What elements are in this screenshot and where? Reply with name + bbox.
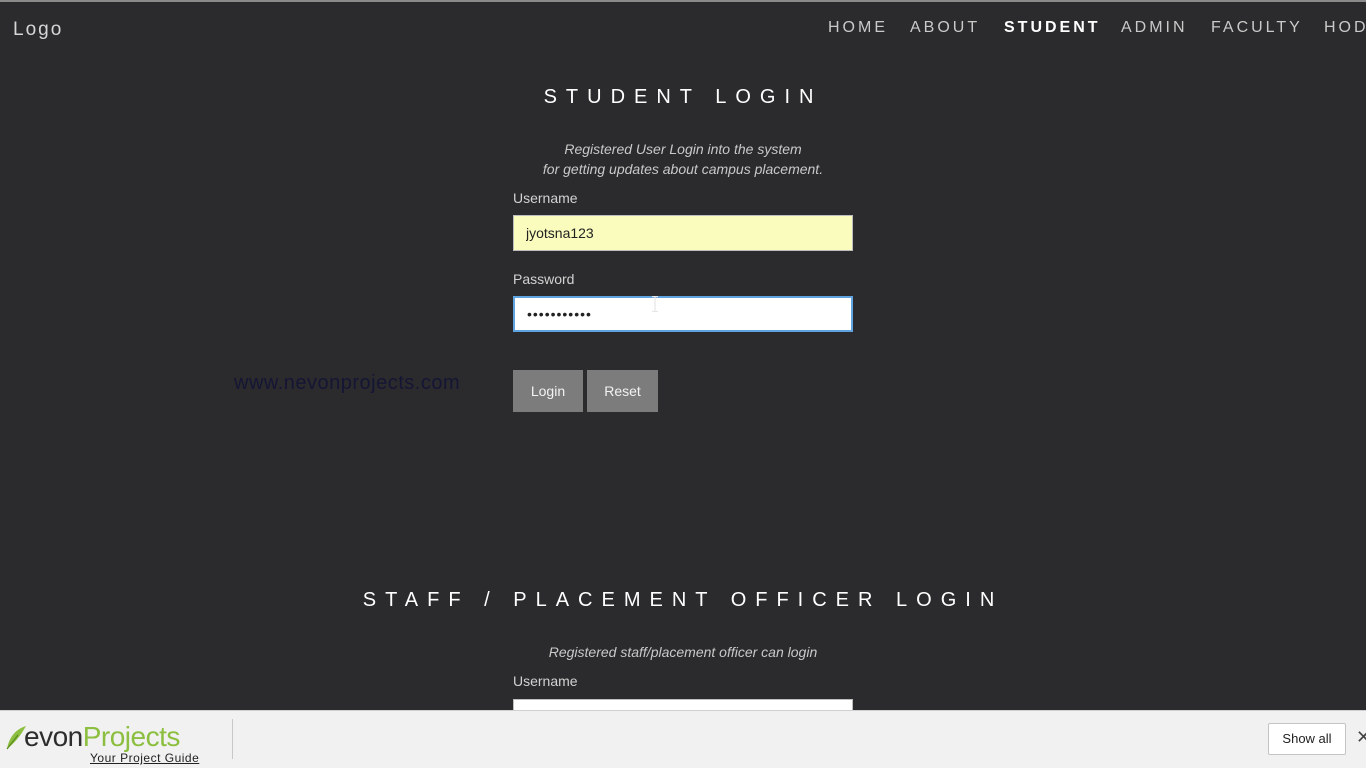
brand-accent: Projects [82,721,181,752]
nav-about[interactable]: ABOUT [910,19,980,37]
password-label: Password [513,271,575,287]
nevon-projects-brand: evonProjects Your Project Guide [4,715,229,765]
nav-admin[interactable]: ADMIN [1121,19,1188,37]
staff-login-subtitle: Registered staff/placement officer can l… [548,644,818,660]
logo[interactable]: Logo [13,19,63,41]
nav-hod[interactable]: HOD [1324,19,1366,37]
nav-home[interactable]: HOME [828,19,888,37]
staff-username-label: Username [513,673,578,689]
top-navbar: Logo HOME ABOUT STUDENT ADMIN FACULTY HO… [0,0,1366,56]
student-login-subtitle-line2: for getting updates about campus placeme… [542,161,824,177]
student-login-title: STUDENT LOGIN [543,86,823,108]
username-label: Username [513,190,578,206]
brand-prefix: evon [24,721,83,752]
staff-login-title: STAFF / PLACEMENT OFFICER LOGIN [362,589,1004,611]
close-icon[interactable]: ✕ [1356,727,1366,748]
nav-student[interactable]: STUDENT [1004,19,1101,37]
download-separator [232,719,233,759]
username-input[interactable] [513,215,853,251]
brand-tagline: Your Project Guide [90,751,200,765]
student-login-subtitle-line1: Registered User Login into the system [564,141,802,157]
page: Logo HOME ABOUT STUDENT ADMIN FACULTY HO… [0,0,1366,768]
reset-button[interactable]: Reset [587,370,658,412]
download-bar: evonProjects Your Project Guide Show all… [0,710,1366,768]
show-all-button[interactable]: Show all [1268,723,1346,755]
nav-faculty[interactable]: FACULTY [1211,19,1303,37]
login-button[interactable]: Login [513,370,583,412]
text-cursor-icon [652,296,658,312]
password-input[interactable] [513,296,853,332]
watermark-url: www.nevonprojects.com [234,372,461,394]
